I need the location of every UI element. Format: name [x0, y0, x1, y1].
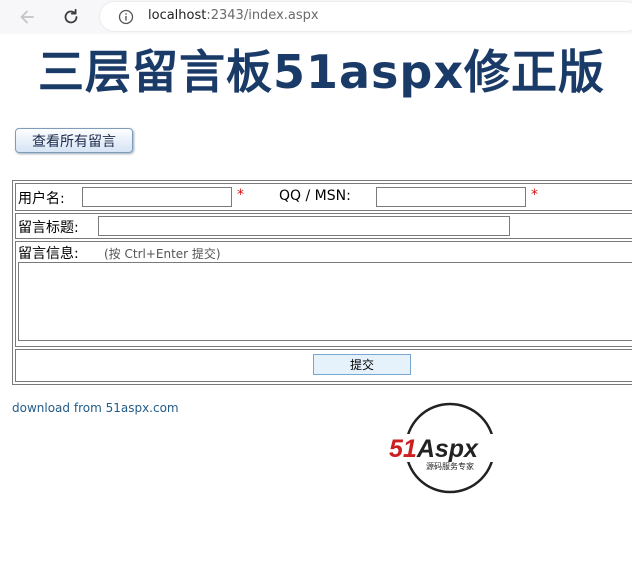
form-row-user: 用户名: * QQ / MSN: * [15, 183, 632, 211]
subject-input[interactable] [98, 216, 510, 236]
message-textarea[interactable] [18, 262, 632, 341]
message-hint: (按 Ctrl+Enter 提交) [104, 247, 221, 261]
logo-51: 51 [389, 435, 417, 463]
page-title: 三层留言板51aspx修正版 [38, 45, 606, 99]
qq-msn-input[interactable] [376, 187, 526, 207]
logo-text: 51Aspx [389, 435, 479, 463]
refresh-button[interactable] [59, 5, 83, 29]
form-row-submit: 提交 [15, 349, 632, 382]
51aspx-logo[interactable]: 51Aspx 源码服务专家 [385, 401, 515, 495]
back-button[interactable] [15, 5, 39, 29]
qq-msn-required-mark: * [531, 187, 538, 203]
username-input[interactable] [82, 187, 232, 207]
username-label: 用户名: [18, 191, 65, 207]
form-row-subject: 留言标题: [15, 213, 632, 239]
logo-tagline: 源码服务专家 [426, 461, 474, 471]
download-link[interactable]: download from 51aspx.com [12, 401, 179, 415]
site-info-icon[interactable] [118, 9, 134, 25]
url-host: localhost [148, 8, 207, 23]
browser-toolbar: localhost:2343/index.aspx [0, 0, 632, 34]
url-text[interactable]: localhost:2343/index.aspx [148, 8, 319, 23]
view-all-messages-button[interactable]: 查看所有留言 [15, 128, 133, 153]
refresh-icon [64, 8, 78, 24]
guestbook-form: 用户名: * QQ / MSN: * 留言标题: 留言信息: (按 Ctrl+E… [12, 180, 632, 385]
form-row-message: 留言信息: (按 Ctrl+Enter 提交) [15, 241, 632, 347]
page-content: 三层留言板51aspx修正版 查看所有留言 用户名: * QQ / MSN: *… [0, 34, 632, 582]
message-label: 留言信息: [18, 246, 79, 262]
logo-aspx: Aspx [416, 435, 479, 463]
subject-label: 留言标题: [18, 220, 79, 236]
qq-msn-label: QQ / MSN: [279, 188, 351, 204]
address-bar[interactable]: localhost:2343/index.aspx [100, 2, 632, 31]
submit-button[interactable]: 提交 [313, 354, 411, 375]
arrow-left-icon [20, 10, 34, 24]
username-required-mark: * [237, 187, 244, 203]
url-path: :2343/index.aspx [206, 8, 319, 23]
